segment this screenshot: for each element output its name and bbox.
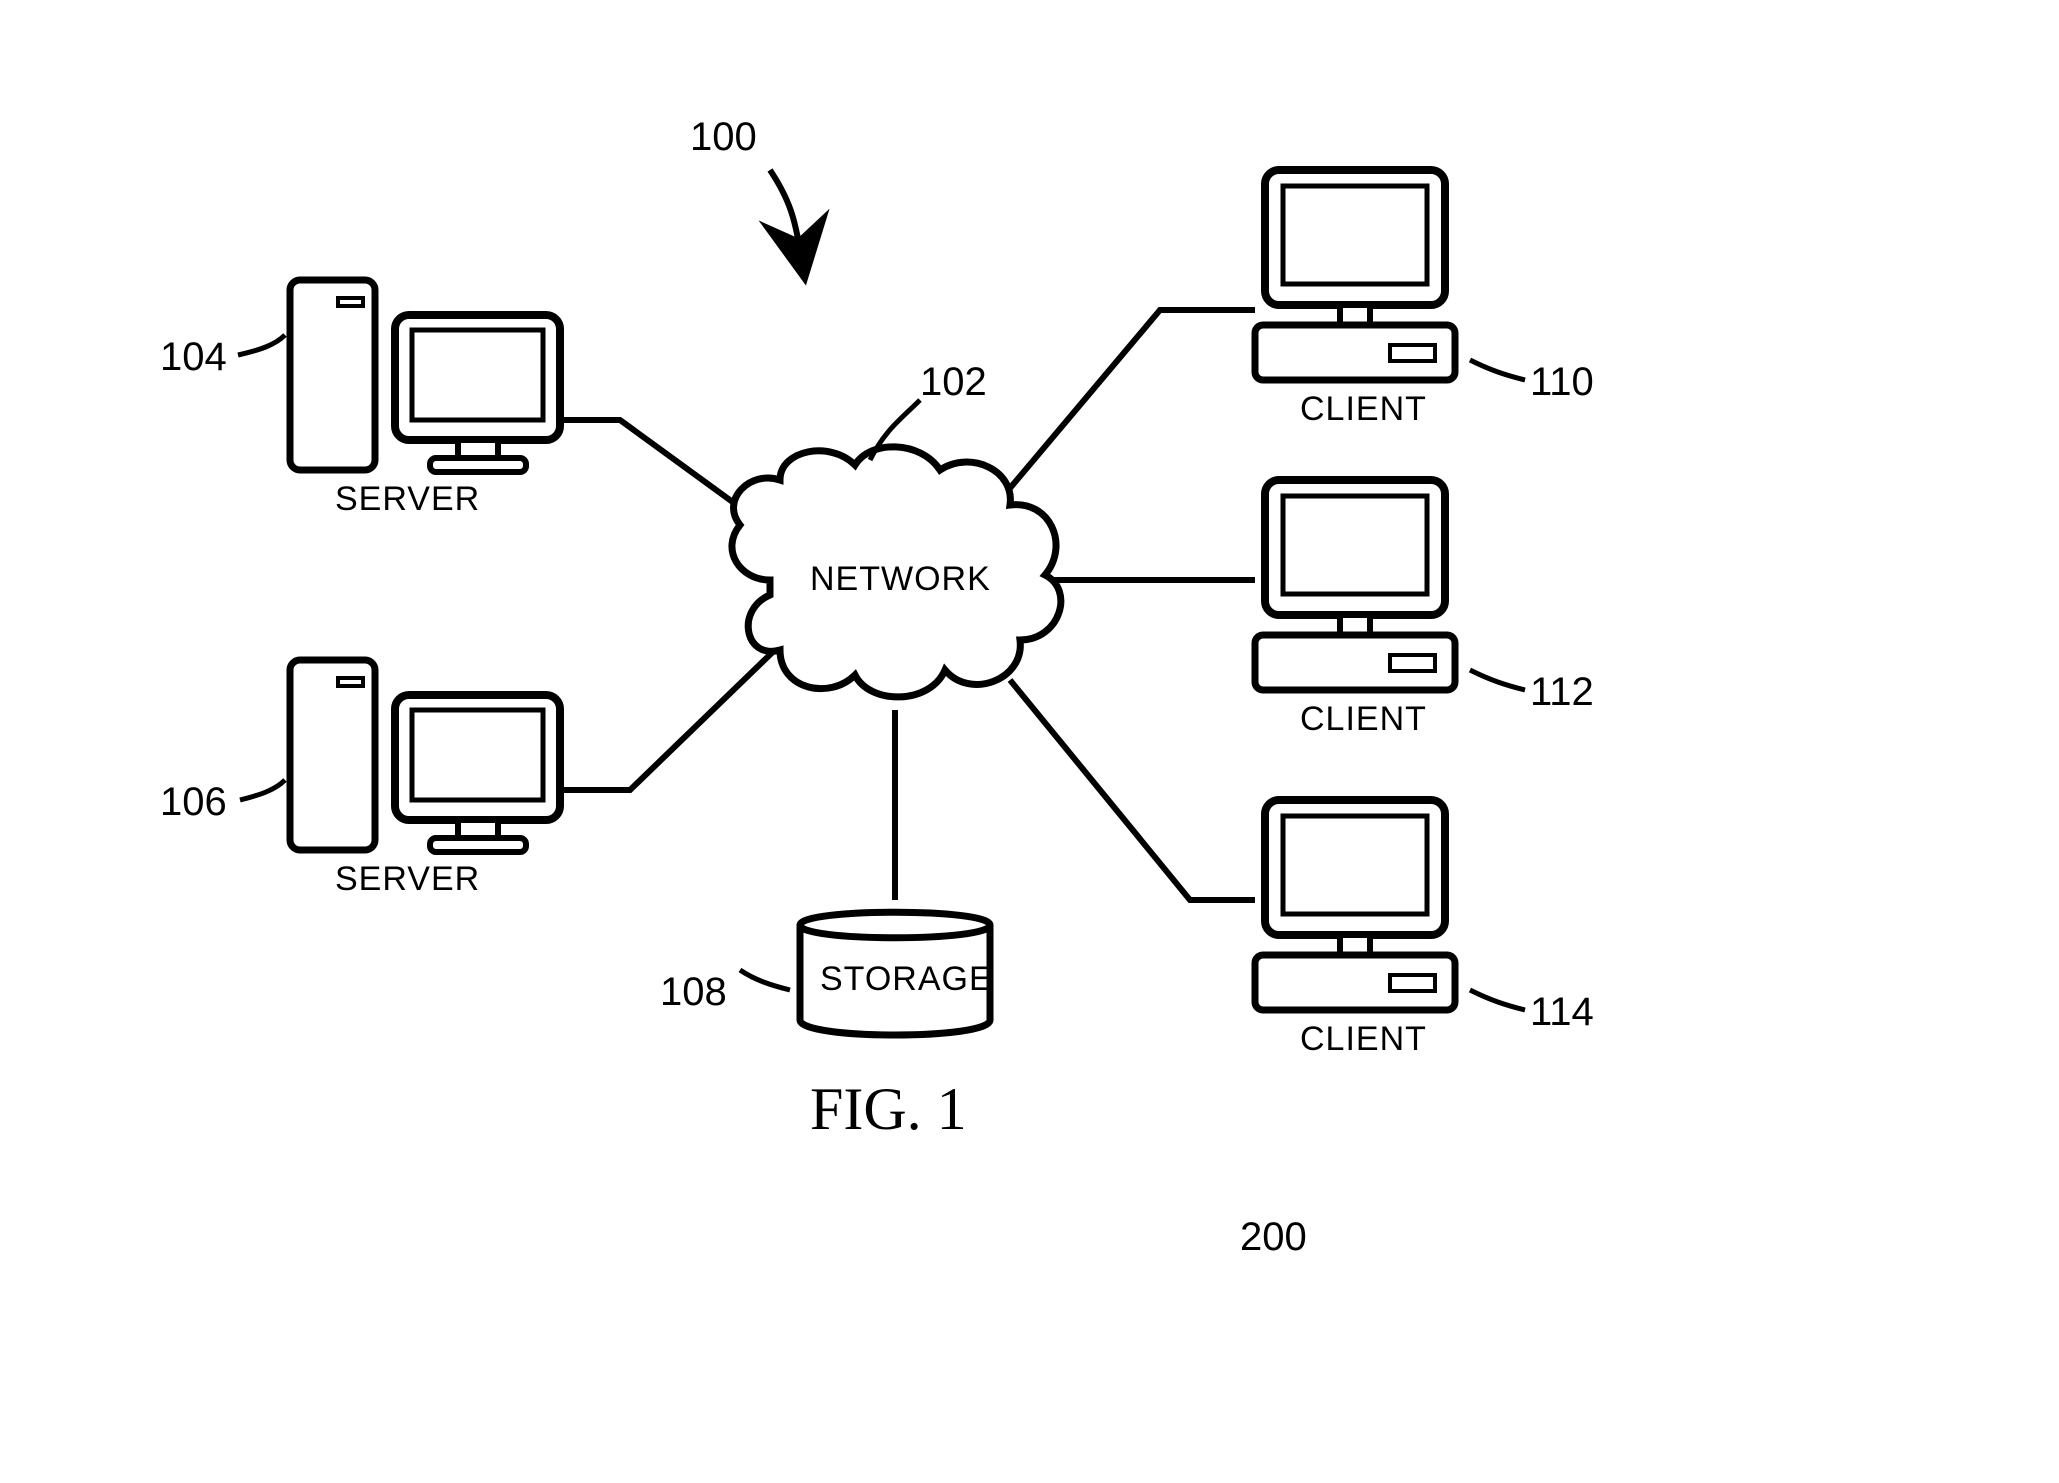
client-label: CLIENT — [1300, 1020, 1427, 1059]
ref-112: 112 — [1530, 670, 1594, 715]
client-icon — [1255, 170, 1455, 380]
server-label: SERVER — [335, 480, 480, 519]
server-icon — [290, 280, 560, 472]
client-icon — [1255, 480, 1455, 690]
diagram-svg — [0, 0, 2059, 1483]
ref-200: 200 — [1240, 1215, 1307, 1260]
server-icon — [290, 660, 560, 852]
figure-caption: FIG. 1 — [810, 1075, 967, 1144]
server-label: SERVER — [335, 860, 480, 899]
storage-label: STORAGE — [820, 960, 993, 999]
ref-108: 108 — [660, 970, 727, 1015]
client-icon — [1255, 800, 1455, 1010]
network-label: NETWORK — [810, 560, 991, 599]
ref-106: 106 — [160, 780, 227, 825]
ref-114: 114 — [1530, 990, 1594, 1035]
ref-100: 100 — [690, 115, 757, 160]
client-label: CLIENT — [1300, 700, 1427, 739]
ref-102: 102 — [920, 360, 987, 405]
figure-canvas: 100 102 NETWORK 104 SERVER 106 SERVER 11… — [0, 0, 2059, 1483]
ref-104: 104 — [160, 335, 227, 380]
client-label: CLIENT — [1300, 390, 1427, 429]
ref-110: 110 — [1530, 360, 1594, 405]
